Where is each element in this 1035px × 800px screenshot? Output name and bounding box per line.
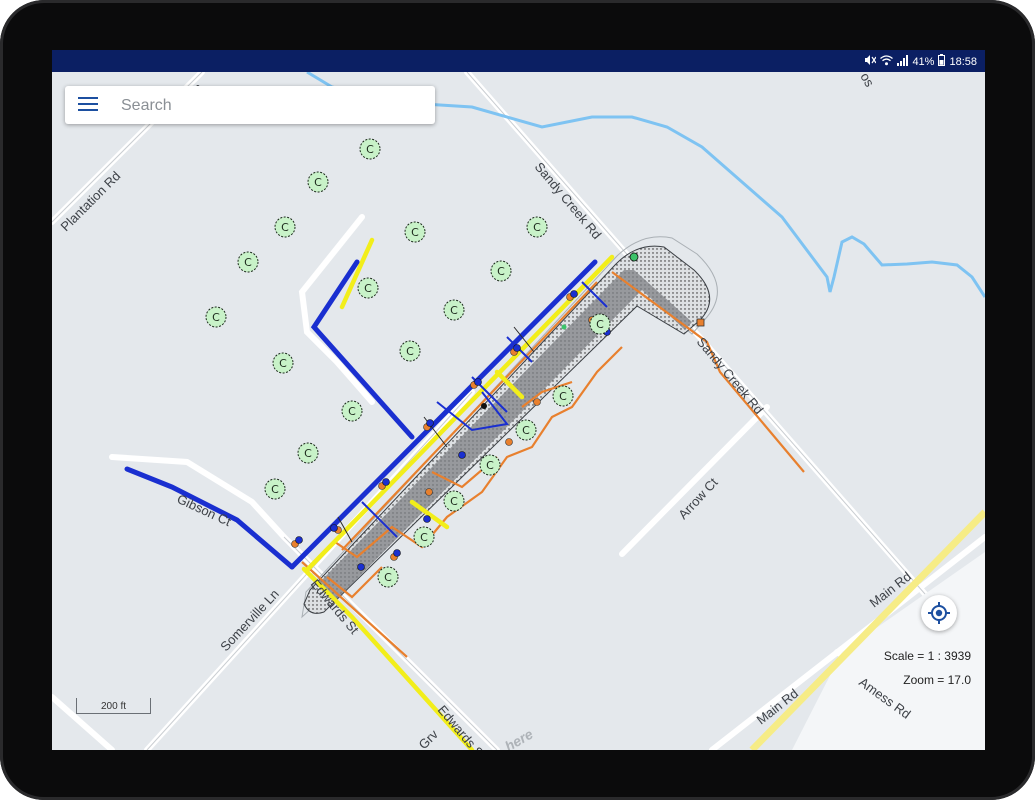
battery-percent: 41% [912, 56, 935, 68]
label-sandy-creek-rd-2: Sandy Creek Rd [694, 334, 767, 417]
label-arrow-ct: Arrow Ct [675, 475, 721, 522]
label-gibson-ct: Gibson Ct [175, 491, 234, 529]
customer-marker[interactable]: C [377, 566, 399, 588]
customer-marker[interactable]: C [264, 478, 286, 500]
label-somerville-ln: Somerville Ln [217, 586, 282, 654]
customer-marker[interactable]: C [359, 138, 381, 160]
customer-marker-label: C [533, 221, 541, 234]
search-bar[interactable] [65, 86, 435, 124]
customer-marker-label: C [450, 304, 458, 317]
customer-marker[interactable]: C [237, 251, 259, 273]
customer-marker[interactable]: C [443, 490, 465, 512]
status-icons: 41% 18:58 [864, 54, 977, 70]
customer-marker-label: C [279, 357, 287, 370]
customer-marker-label: C [366, 143, 374, 156]
label-plantation-rd: Plantation Rd [58, 168, 124, 234]
device-screen: 41% 18:58 C C C C C C C C C C C C C C C … [52, 50, 985, 750]
search-input[interactable] [119, 91, 423, 121]
selection-core [320, 270, 692, 602]
customer-marker-label: C [212, 311, 220, 324]
customer-marker[interactable]: C [357, 277, 379, 299]
customer-marker[interactable]: C [515, 419, 537, 441]
customer-marker-label: C [411, 226, 419, 239]
map-view[interactable]: CCCCCCCCCCCCCCCCCCCCCC Plantation Rd Pla… [52, 72, 985, 750]
status-bar: 41% 18:58 [52, 50, 985, 72]
zoom-readout: Zoom = 17.0 [903, 673, 971, 687]
battery-icon [938, 54, 946, 70]
locate-button[interactable] [921, 595, 957, 631]
scale-bar: 200 ft [76, 698, 151, 714]
customer-marker-label: C [450, 495, 458, 508]
customer-marker[interactable]: C [272, 352, 294, 374]
customer-marker[interactable]: C [205, 306, 227, 328]
customer-marker[interactable]: C [307, 171, 329, 193]
customer-marker-label: C [420, 531, 428, 544]
customer-marker-label: C [314, 176, 322, 189]
customer-marker-label: C [364, 282, 372, 295]
customer-marker-label: C [304, 447, 312, 460]
wifi-icon [880, 54, 894, 70]
customer-marker-label: C [497, 265, 505, 278]
customer-marker[interactable]: C [526, 216, 548, 238]
customer-marker[interactable]: C [589, 313, 611, 335]
hamburger-menu-icon[interactable] [78, 97, 98, 113]
customer-marker[interactable]: C [443, 299, 465, 321]
signal-icon [897, 54, 909, 70]
customer-marker[interactable]: C [297, 442, 319, 464]
customer-marker[interactable]: C [404, 221, 426, 243]
customer-marker[interactable]: C [552, 385, 574, 407]
customer-marker[interactable]: C [274, 216, 296, 238]
customer-marker-label: C [406, 345, 414, 358]
service-lines [301, 271, 805, 658]
gps-locate-icon [928, 602, 950, 624]
tablet-frame: 41% 18:58 C C C C C C C C C C C C C C C … [0, 0, 1035, 800]
customer-marker[interactable]: C [490, 260, 512, 282]
customer-marker-label: C [596, 318, 604, 331]
customer-marker-label: C [384, 571, 392, 584]
customer-marker[interactable]: C [341, 400, 363, 422]
customer-marker-label: C [559, 390, 567, 403]
customer-marker[interactable]: C [413, 526, 435, 548]
customer-marker-label: C [281, 221, 289, 234]
customer-marker-label: C [522, 424, 530, 437]
scale-readout: Scale = 1 : 3939 [883, 649, 971, 663]
customer-marker-label: C [486, 459, 494, 472]
map-canvas[interactable]: CCCCCCCCCCCCCCCCCCCCCC Plantation Rd Pla… [52, 72, 985, 750]
customer-marker-label: C [348, 405, 356, 418]
customer-marker[interactable]: C [399, 340, 421, 362]
mute-icon [864, 54, 877, 70]
label-edwards-st-2: Edwards St [435, 702, 489, 750]
label-grv: Grv [416, 726, 442, 750]
label-top-right-fragment: os [857, 72, 877, 90]
customer-marker[interactable]: C [479, 454, 501, 476]
customer-marker-label: C [244, 256, 252, 269]
clock: 18:58 [949, 56, 977, 68]
customer-marker-label: C [271, 483, 279, 496]
